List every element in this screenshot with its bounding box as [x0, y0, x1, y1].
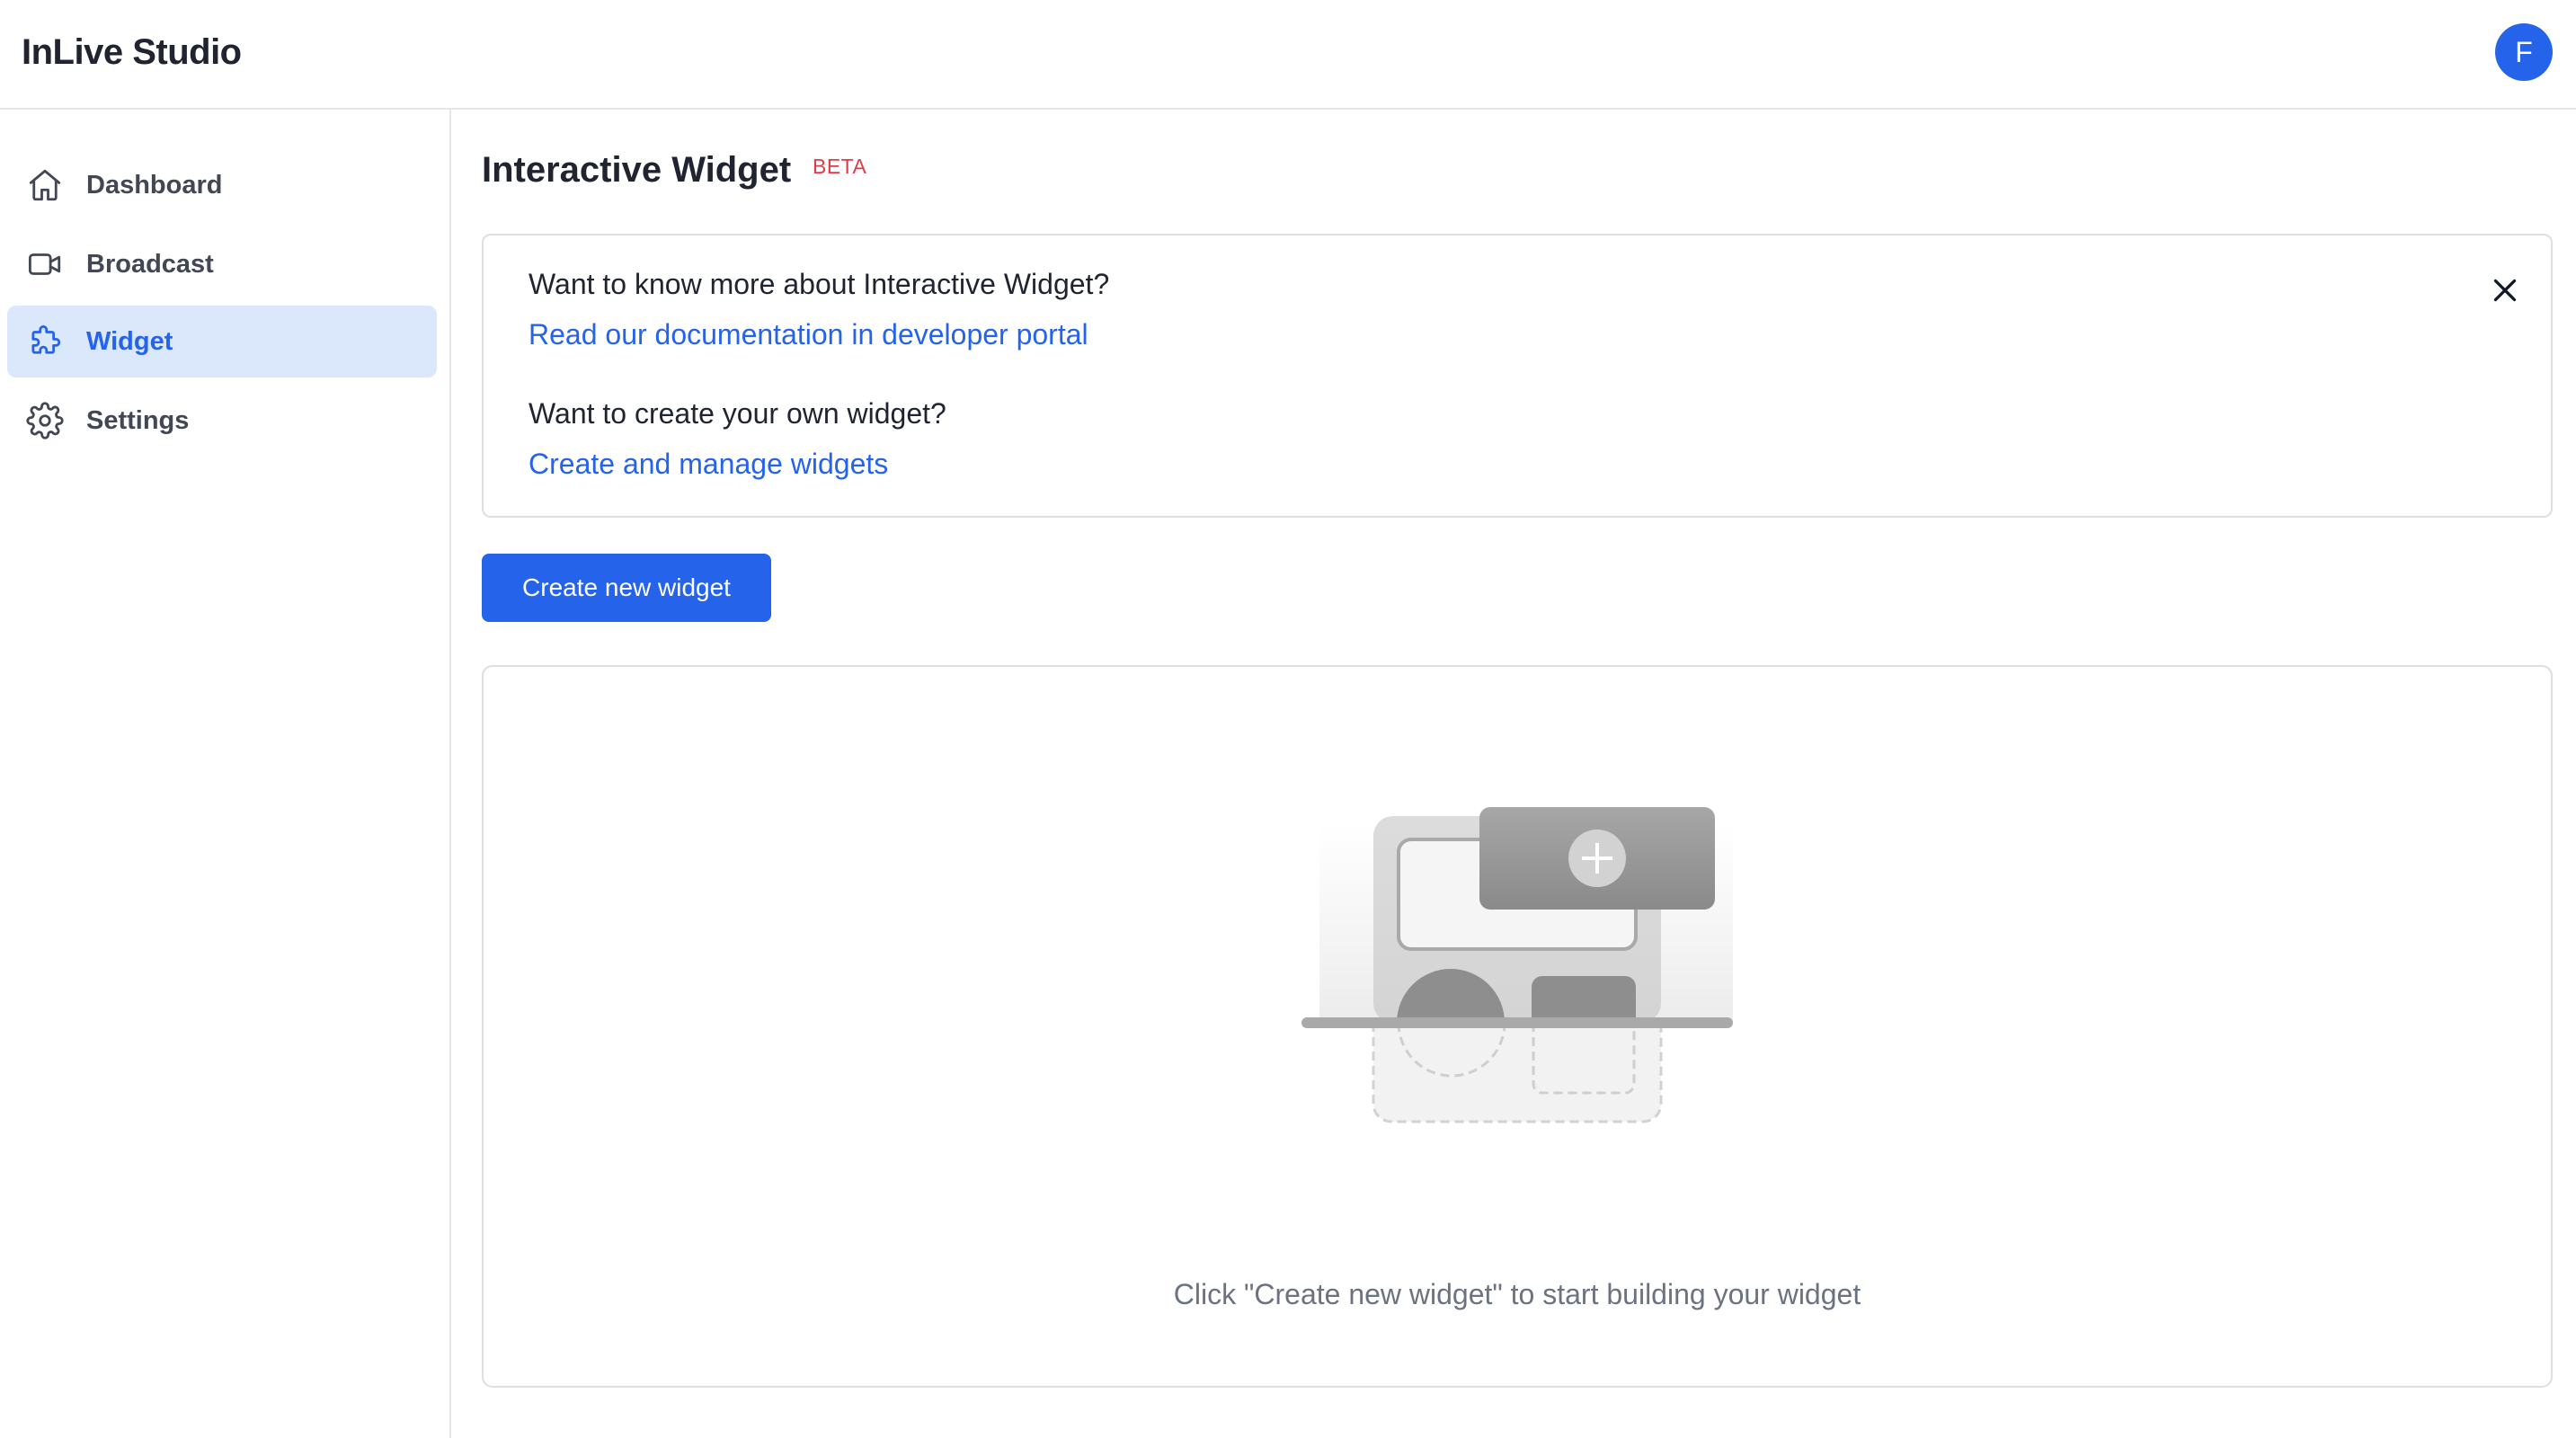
puzzle-icon [25, 322, 65, 361]
info-question-create: Want to create your own widget? [529, 397, 946, 430]
manage-widgets-link[interactable]: Create and manage widgets [529, 446, 888, 482]
user-avatar[interactable]: F [2495, 23, 2553, 81]
empty-state-card: Click "Create new widget" to start build… [482, 665, 2553, 1388]
beta-badge: BETA [813, 155, 867, 178]
gear-icon [25, 401, 65, 440]
sidebar-item-label: Dashboard [86, 170, 223, 200]
sidebar: Dashboard Broadcast Widget Settings [0, 110, 451, 1438]
info-question-docs: Want to know more about Interactive Widg… [529, 268, 1110, 300]
home-icon [25, 165, 65, 205]
sidebar-item-label: Broadcast [86, 249, 214, 279]
app-title: InLive Studio [22, 32, 242, 72]
close-icon [2493, 279, 2517, 302]
main-content: Interactive Widget BETA Want to know mor… [451, 110, 2576, 1438]
video-camera-icon [25, 244, 65, 284]
create-new-widget-button[interactable]: Create new widget [482, 554, 771, 622]
top-header: InLive Studio F [0, 0, 2576, 110]
sidebar-item-widget[interactable]: Widget [7, 306, 437, 377]
sidebar-item-label: Settings [86, 405, 190, 435]
sidebar-item-label: Widget [86, 326, 173, 356]
sidebar-item-settings[interactable]: Settings [7, 385, 437, 457]
info-card: Want to know more about Interactive Widg… [482, 234, 2553, 518]
documentation-link[interactable]: Read our documentation in developer port… [529, 316, 1088, 352]
empty-state-text: Click "Create new widget" to start build… [1173, 1278, 1861, 1310]
page-title: Interactive Widget [482, 150, 792, 190]
sidebar-item-dashboard[interactable]: Dashboard [7, 149, 437, 221]
close-button[interactable] [2483, 268, 2527, 313]
sidebar-item-broadcast[interactable]: Broadcast [7, 228, 437, 300]
empty-widget-illustration [1301, 807, 1751, 1171]
